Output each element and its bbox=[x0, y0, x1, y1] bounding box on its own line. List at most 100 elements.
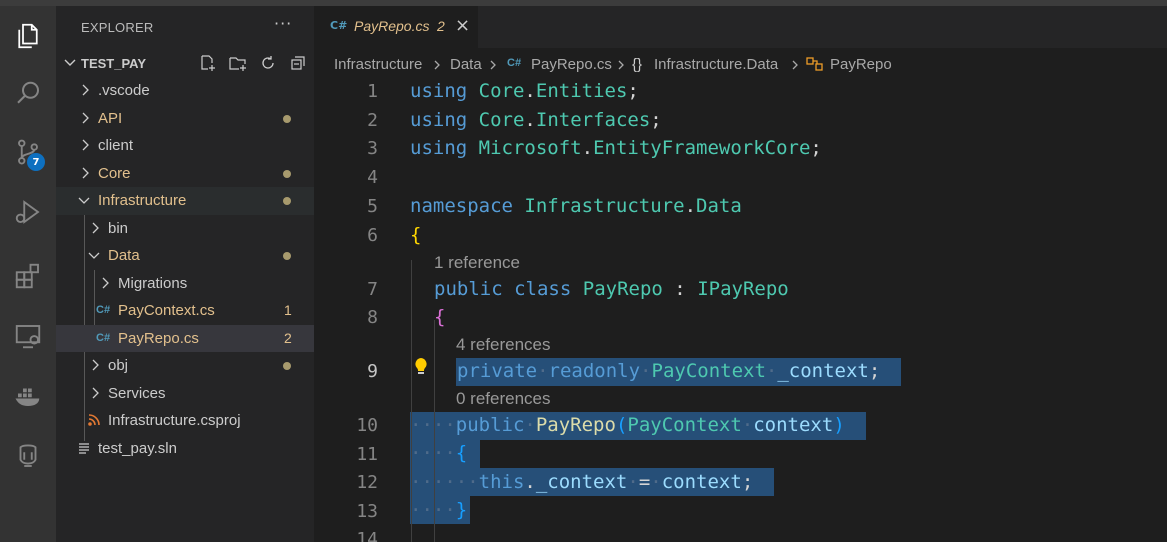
code-line: ······this._context·=·context; bbox=[410, 471, 754, 493]
tree-item-label: obj bbox=[108, 357, 129, 374]
code-line: using Core.Entities; bbox=[410, 80, 639, 102]
modified-indicator bbox=[283, 114, 291, 123]
line-number: 13 bbox=[356, 501, 378, 522]
tree-item-services[interactable]: Services bbox=[56, 380, 314, 408]
line-number: 6 bbox=[367, 225, 378, 246]
tree-item-label: Services bbox=[108, 384, 166, 402]
line-number: 14 bbox=[356, 529, 378, 542]
tree-item-client[interactable]: client bbox=[56, 132, 314, 160]
tree-item-infrastructure[interactable]: Infrastructure bbox=[56, 187, 314, 215]
tree-item-label: Infrastructure.csproj bbox=[108, 412, 241, 429]
tree-item-bin[interactable]: bin bbox=[56, 215, 314, 243]
tree-item-label: Data bbox=[108, 247, 140, 264]
tree-item-migrations[interactable]: Migrations bbox=[56, 270, 314, 298]
breadcrumb-item[interactable]: PayRepo.cs bbox=[531, 56, 612, 73]
extensions-icon[interactable] bbox=[0, 252, 56, 300]
tab-label: PayRepo.cs bbox=[354, 18, 430, 34]
tree-item-label: Infrastructure bbox=[98, 192, 187, 209]
breadcrumb-item[interactable]: Infrastructure bbox=[334, 56, 422, 73]
line-number: 4 bbox=[367, 167, 378, 188]
code-line: { bbox=[434, 306, 446, 328]
explorer-more-button[interactable]: ··· bbox=[274, 14, 292, 33]
remote-explorer-icon[interactable] bbox=[0, 312, 56, 360]
tree-item-csproj[interactable]: Infrastructure.csproj bbox=[56, 407, 314, 435]
tree-item-label: client bbox=[98, 137, 134, 154]
tree-item-payrepo[interactable]: C# PayRepo.cs 2 bbox=[56, 324, 314, 352]
code-lens-references[interactable]: 0 references bbox=[456, 389, 551, 409]
source-control-icon[interactable]: 7 bbox=[0, 128, 56, 176]
refresh-icon[interactable] bbox=[256, 52, 280, 74]
tree-item-obj[interactable]: obj bbox=[56, 352, 314, 380]
chevron-right-icon bbox=[618, 60, 624, 70]
chevron-right-icon bbox=[92, 222, 99, 233]
code-line: ····{ bbox=[410, 442, 468, 464]
chevron-down-icon bbox=[78, 197, 90, 204]
tree-item-label: PayRepo.cs bbox=[118, 329, 199, 347]
code-lens-references[interactable]: 1 reference bbox=[434, 253, 520, 273]
chevron-right-icon bbox=[92, 359, 99, 371]
code-lens-references[interactable]: 4 references bbox=[456, 335, 551, 355]
database-icon[interactable] bbox=[0, 432, 56, 480]
code-line: ····} bbox=[410, 499, 468, 521]
line-number: 7 bbox=[367, 279, 378, 300]
code-line: namespace Infrastructure.Data bbox=[410, 195, 742, 217]
sln-file-icon bbox=[79, 442, 89, 454]
problem-count: 1 bbox=[284, 302, 292, 318]
tree-item-label: .vscode bbox=[98, 82, 150, 99]
modified-indicator bbox=[283, 362, 291, 370]
tree-item-vscode[interactable]: .vscode bbox=[56, 77, 314, 105]
code-line: using Microsoft.EntityFrameworkCore; bbox=[410, 137, 822, 159]
chevron-right-icon bbox=[82, 167, 89, 178]
csharp-file-icon: C# bbox=[507, 57, 522, 69]
new-file-icon[interactable] bbox=[196, 52, 220, 74]
tree-item-label: API bbox=[98, 109, 123, 127]
explorer-icon[interactable] bbox=[0, 12, 56, 60]
tree-item-api[interactable]: API bbox=[56, 105, 314, 133]
explorer-title: EXPLORER bbox=[81, 20, 154, 35]
new-folder-icon[interactable] bbox=[226, 52, 250, 74]
lightbulb-icon[interactable] bbox=[412, 356, 430, 376]
chevron-down-icon bbox=[88, 252, 100, 259]
breadcrumb-item[interactable]: Infrastructure.Data bbox=[654, 56, 778, 73]
line-number: 8 bbox=[367, 307, 378, 328]
line-number: 11 bbox=[356, 444, 378, 465]
line-number: 2 bbox=[367, 110, 378, 131]
tree-item-sln[interactable]: test_pay.sln bbox=[56, 435, 314, 463]
tree-item-data[interactable]: Data bbox=[56, 242, 314, 270]
tree-item-label: PayContext.cs bbox=[118, 302, 215, 319]
modified-indicator bbox=[283, 197, 291, 205]
line-number: 3 bbox=[367, 138, 378, 159]
code-editor[interactable]: 1 2 3 4 5 6 7 8 9 10 11 12 13 14 using C… bbox=[314, 80, 1167, 542]
breadcrumb-item[interactable]: PayRepo bbox=[830, 56, 892, 73]
tab-payrepo[interactable]: C# PayRepo.cs 2 × bbox=[314, 6, 478, 48]
line-number: 9 bbox=[367, 361, 378, 382]
line-number: 5 bbox=[367, 196, 378, 217]
chevron-right-icon bbox=[82, 112, 89, 123]
search-icon[interactable] bbox=[0, 70, 56, 118]
code-line: ····public·PayRepo(PayContext·context) bbox=[410, 414, 845, 436]
explorer-sidebar: EXPLORER ··· TEST_PAY .vscode API client… bbox=[56, 6, 314, 542]
docker-icon[interactable] bbox=[0, 372, 56, 420]
editor-tabs: C# PayRepo.cs 2 × bbox=[314, 6, 1167, 48]
project-name: TEST_PAY bbox=[81, 56, 147, 71]
close-icon[interactable]: × bbox=[455, 15, 470, 36]
code-line: using Core.Interfaces; bbox=[410, 109, 662, 131]
tree-item-core[interactable]: Core bbox=[56, 160, 314, 188]
tree-item-label: Migrations bbox=[118, 274, 188, 292]
modified-indicator bbox=[283, 252, 291, 260]
tab-problem-count: 2 bbox=[437, 18, 445, 34]
line-number: 10 bbox=[356, 415, 378, 436]
run-debug-icon[interactable] bbox=[0, 188, 56, 236]
code-line: private·readonly·PayContext·_context; bbox=[457, 360, 881, 382]
chevron-right-icon bbox=[434, 60, 440, 70]
collapse-all-icon[interactable] bbox=[286, 52, 310, 74]
tree-item-label: Core bbox=[98, 164, 131, 182]
namespace-icon: {} bbox=[632, 56, 643, 73]
class-icon bbox=[806, 57, 823, 71]
breadcrumb-item[interactable]: Data bbox=[450, 56, 482, 73]
tree-item-paycontext[interactable]: C# PayContext.cs 1 bbox=[56, 297, 314, 325]
code-line: public class PayRepo : IPayRepo bbox=[434, 278, 789, 300]
activity-bar: 7 bbox=[0, 6, 56, 542]
code-line: { bbox=[410, 224, 422, 246]
project-header[interactable]: TEST_PAY bbox=[56, 50, 314, 76]
